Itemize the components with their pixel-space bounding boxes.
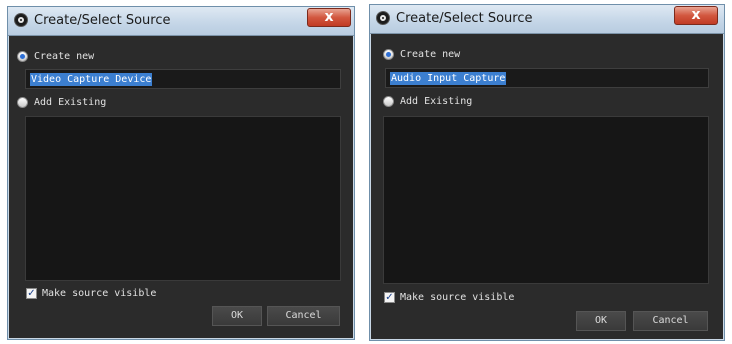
make-source-visible-label: Make source visible: [42, 288, 157, 299]
create-new-radio[interactable]: [17, 51, 28, 62]
make-source-visible-checkbox[interactable]: ✓: [384, 292, 395, 303]
dialog-title: Create/Select Source: [396, 11, 533, 26]
close-icon: x: [691, 7, 701, 23]
existing-sources-list[interactable]: [25, 116, 341, 281]
add-existing-label: Add Existing: [400, 96, 473, 107]
make-source-visible-label: Make source visible: [400, 292, 515, 303]
close-button[interactable]: x: [674, 6, 718, 25]
create-select-source-dialog-audio: Create/Select Source x Create new Audio …: [369, 4, 725, 341]
source-name-input[interactable]: Audio Input Capture: [385, 68, 709, 88]
add-existing-radio[interactable]: [17, 97, 28, 108]
create-select-source-dialog-video: Create/Select Source x Create new Video …: [7, 6, 355, 340]
dialog-title: Create/Select Source: [34, 13, 171, 28]
existing-sources-list[interactable]: [383, 116, 709, 284]
obs-logo-icon: [376, 11, 390, 25]
source-name-input[interactable]: Video Capture Device: [25, 69, 341, 89]
create-new-radio[interactable]: [383, 49, 394, 60]
create-new-label: Create new: [400, 49, 461, 60]
add-existing-radio[interactable]: [383, 96, 394, 107]
title-bar[interactable]: Create/Select Source x: [8, 7, 354, 36]
add-existing-label: Add Existing: [34, 97, 107, 108]
source-name-value: Audio Input Capture: [390, 72, 507, 85]
source-name-value: Video Capture Device: [30, 73, 153, 86]
cancel-button[interactable]: Cancel: [267, 306, 340, 326]
ok-button[interactable]: OK: [212, 306, 262, 326]
title-bar[interactable]: Create/Select Source x: [370, 5, 724, 34]
ok-button[interactable]: OK: [576, 311, 626, 331]
create-new-label: Create new: [34, 51, 95, 62]
checkmark-icon: ✓: [385, 292, 394, 303]
obs-logo-icon: [14, 13, 28, 27]
make-source-visible-checkbox[interactable]: ✓: [26, 288, 37, 299]
close-icon: x: [324, 9, 334, 25]
cancel-button[interactable]: Cancel: [633, 311, 708, 331]
close-button[interactable]: x: [307, 8, 351, 27]
checkmark-icon: ✓: [27, 288, 36, 299]
